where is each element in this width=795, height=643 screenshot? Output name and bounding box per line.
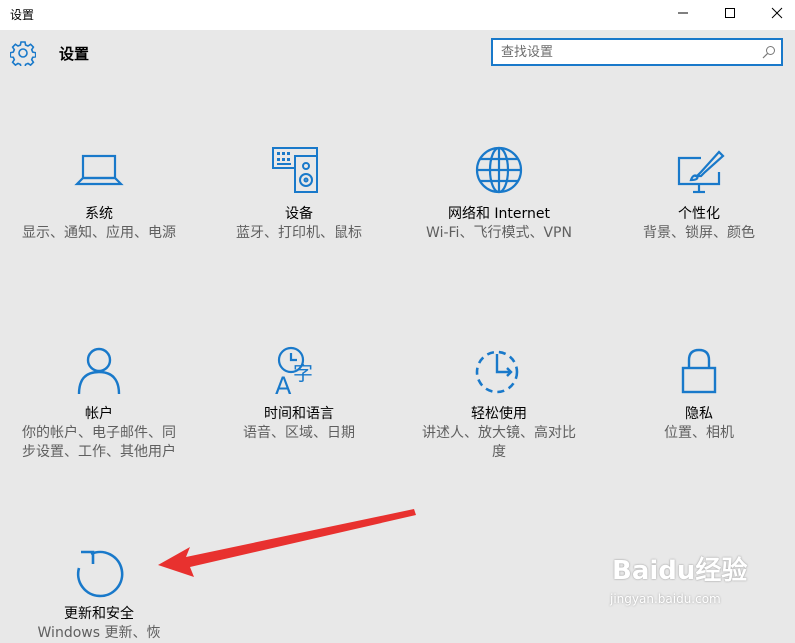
window-title: 设置 (10, 8, 35, 22)
title-bar: 设置 (0, 0, 795, 30)
gear-icon (10, 41, 36, 66)
watermark: Baidu经验 jingyan.baidu.com (582, 540, 782, 610)
category-privacy[interactable]: 隐私 位置、相机 (604, 346, 794, 443)
category-label: 设备 (285, 206, 313, 222)
clock-language-icon: A 字 (275, 346, 313, 400)
category-description: 你的帐户、电子邮件、同步设置、工作、其他用户 (22, 425, 176, 460)
minimize-button[interactable] (660, 0, 706, 26)
refresh-icon (76, 550, 124, 598)
category-devices[interactable]: 设备 蓝牙、打印机、鼠标 (204, 146, 394, 243)
svg-text:A: A (275, 372, 292, 400)
person-icon (77, 347, 121, 395)
paint-monitor-icon (677, 150, 725, 194)
category-accounts[interactable]: 帐户 你的帐户、电子邮件、同步设置、工作、其他用户 (4, 346, 194, 462)
category-description: Windows 更新、恢 (37, 625, 161, 641)
close-icon (771, 7, 783, 19)
svg-text:字: 字 (293, 361, 313, 385)
category-description: Wi-Fi、飞行模式、VPN (426, 225, 572, 241)
category-description: 语音、区域、日期 (243, 425, 355, 441)
category-label: 系统 (85, 206, 113, 222)
keyboard-speaker-icon (272, 147, 318, 193)
category-personalization[interactable]: 个性化 背景、锁屏、颜色 (604, 146, 794, 243)
red-arrow-icon (158, 509, 416, 577)
close-button[interactable] (754, 0, 795, 26)
watermark-url: jingyan.baidu.com (610, 592, 721, 606)
category-label: 轻松使用 (471, 406, 527, 422)
search-box[interactable] (491, 38, 783, 66)
category-description: 显示、通知、应用、电源 (22, 225, 176, 241)
category-system[interactable]: 系统 显示、通知、应用、电源 (4, 146, 194, 243)
maximize-icon (725, 8, 735, 18)
category-label: 隐私 (685, 406, 713, 422)
watermark-brand: Baidu经验 (612, 556, 748, 586)
category-label: 更新和安全 (64, 606, 134, 622)
ease-of-access-icon (475, 350, 519, 394)
minimize-icon (678, 12, 688, 14)
category-description: 讲述人、放大镜、高对比度 (422, 425, 576, 460)
category-time-language[interactable]: A 字 时间和语言 语音、区域、日期 (204, 346, 394, 443)
search-input[interactable] (501, 43, 751, 61)
maximize-button[interactable] (707, 0, 753, 26)
globe-icon (475, 146, 523, 194)
category-label: 网络和 Internet (447, 206, 551, 222)
search-icon[interactable] (762, 45, 776, 59)
category-network[interactable]: 网络和 Internet Wi-Fi、飞行模式、VPN (404, 146, 594, 243)
category-label: 帐户 (85, 406, 113, 422)
category-ease-of-access[interactable]: 轻松使用 讲述人、放大镜、高对比度 (404, 346, 594, 462)
category-description: 蓝牙、打印机、鼠标 (236, 225, 362, 241)
category-label: 时间和语言 (264, 406, 334, 422)
category-label: 个性化 (678, 206, 720, 222)
lock-icon (681, 348, 717, 394)
page-title: 设置 (59, 45, 90, 63)
category-description: 背景、锁屏、颜色 (643, 225, 755, 241)
category-description: 位置、相机 (664, 425, 734, 441)
laptop-icon (74, 154, 124, 186)
